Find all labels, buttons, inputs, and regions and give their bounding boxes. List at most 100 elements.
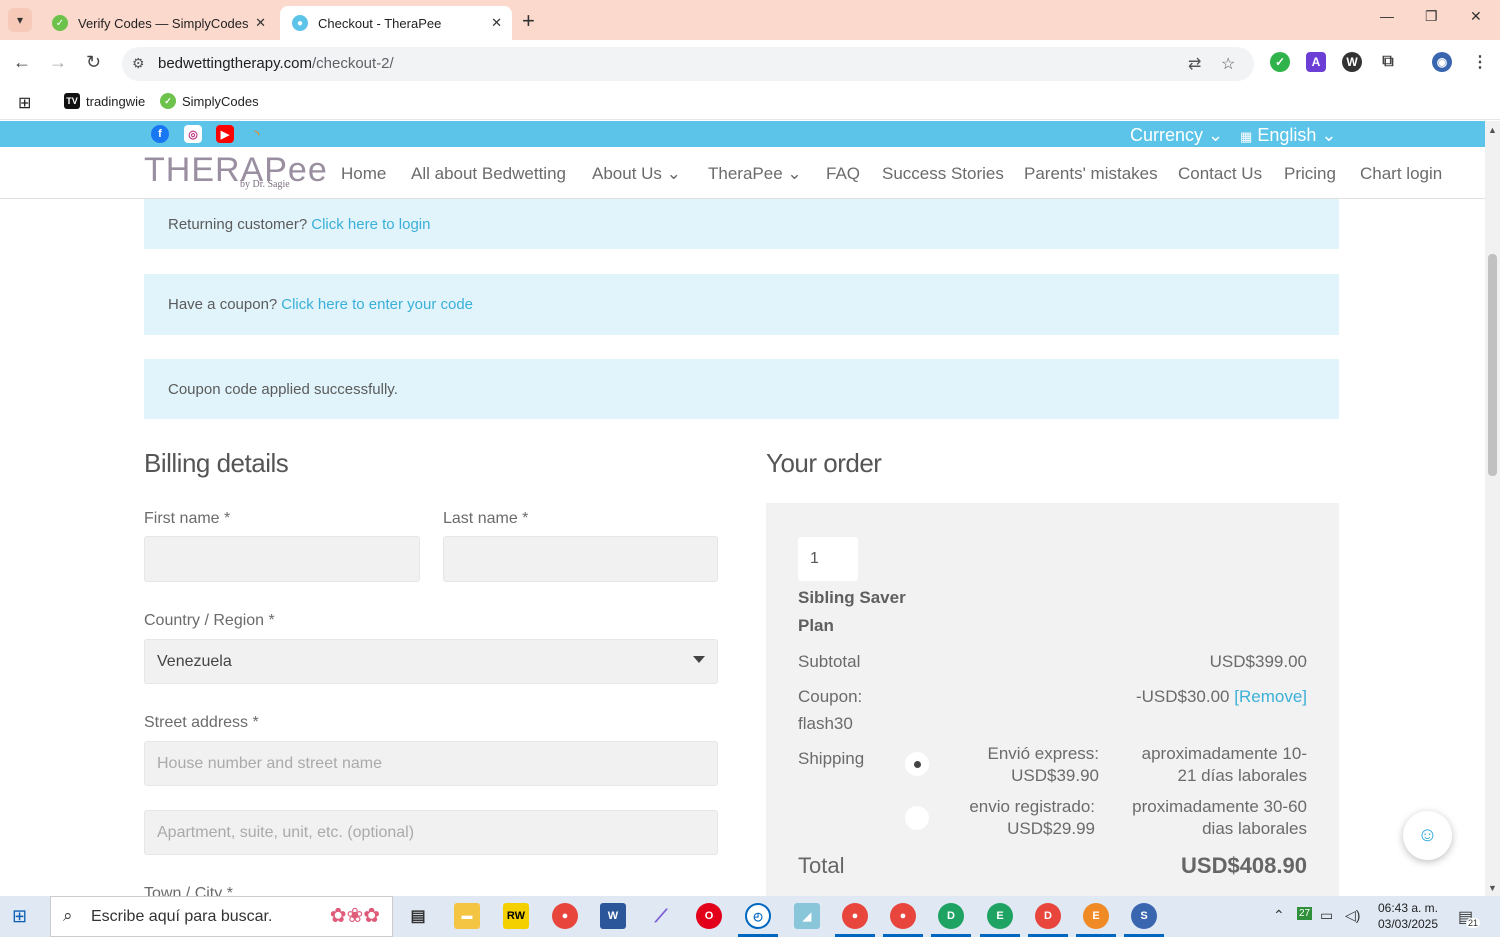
- city-label: Town / City *: [144, 885, 233, 896]
- menu-success-stories[interactable]: Success Stories: [882, 164, 1004, 184]
- profile-avatar[interactable]: ◉: [1432, 52, 1452, 72]
- street-address-field[interactable]: House number and street name: [144, 741, 718, 786]
- chrome-profile-icon[interactable]: S: [1131, 903, 1157, 929]
- menu-about-us[interactable]: About Us ⌄: [592, 164, 681, 184]
- menu-faq[interactable]: FAQ: [826, 164, 860, 184]
- remove-coupon-link[interactable]: [Remove]: [1234, 687, 1307, 706]
- forward-icon[interactable]: →: [49, 52, 67, 73]
- page-scrollbar[interactable]: ▲ ▼: [1485, 121, 1500, 896]
- currency-dropdown[interactable]: Currency ⌄: [1130, 125, 1223, 146]
- first-name-field[interactable]: [144, 536, 420, 582]
- new-tab-button[interactable]: +: [522, 8, 535, 34]
- apartment-field[interactable]: Apartment, suite, unit, etc. (optional): [144, 810, 718, 855]
- close-icon[interactable]: ✕: [255, 15, 266, 31]
- taskbar-search[interactable]: ⌕ Escribe aquí para buscar. ✿❀✿: [50, 896, 393, 937]
- tab-checkout[interactable]: ● Checkout - TheraPee ✕: [280, 6, 512, 40]
- menu-parents-mistakes[interactable]: Parents' mistakes: [1024, 164, 1158, 184]
- youtube-icon[interactable]: ▶: [216, 125, 234, 143]
- font-extension-icon[interactable]: A: [1306, 52, 1326, 72]
- therapee-logo[interactable]: THERAPee: [144, 151, 328, 190]
- app-icon[interactable]: RW: [503, 903, 529, 929]
- w-extension-icon[interactable]: W: [1342, 52, 1362, 72]
- quantity-field[interactable]: 1: [798, 537, 858, 581]
- shipping-registered-option: envio registrado: USD$29.99: [955, 796, 1095, 840]
- menu-chart-login[interactable]: Chart login: [1360, 164, 1442, 184]
- subtotal-value: USD$399.00: [1209, 652, 1307, 671]
- task-view-icon[interactable]: ▤: [405, 903, 431, 929]
- tab-simplycodes[interactable]: ✓ Verify Codes — SimplyCodes ✕: [40, 6, 276, 40]
- bookmark-tradingwie[interactable]: TV tradingwie: [64, 93, 145, 109]
- login-link[interactable]: Click here to login: [311, 216, 430, 233]
- restore-icon[interactable]: ❐: [1425, 8, 1438, 25]
- menu-therapee[interactable]: TheraPee ⌄: [708, 164, 802, 184]
- last-name-field[interactable]: [443, 536, 718, 582]
- scroll-up-icon[interactable]: ▲: [1488, 125, 1497, 135]
- menu-all-about-bedwetting[interactable]: All about Bedwetting: [411, 164, 566, 184]
- weather-badge[interactable]: 27: [1297, 907, 1313, 920]
- back-icon[interactable]: ←: [13, 52, 31, 73]
- window-close-icon[interactable]: ✕: [1470, 8, 1482, 25]
- tab-search-button[interactable]: ▾: [8, 8, 32, 32]
- rss-icon[interactable]: ◝: [248, 125, 266, 143]
- chrome-icon[interactable]: ●: [552, 903, 578, 929]
- scroll-down-icon[interactable]: ▼: [1488, 883, 1497, 893]
- chrome-profile-icon[interactable]: ●: [842, 903, 868, 929]
- reload-icon[interactable]: ↻: [86, 52, 101, 73]
- menu-pricing[interactable]: Pricing: [1284, 164, 1336, 184]
- minimize-icon[interactable]: —: [1380, 8, 1394, 24]
- shipping-express-radio[interactable]: [905, 752, 929, 776]
- pen-app-icon[interactable]: ⟋: [648, 903, 674, 929]
- volume-icon[interactable]: ◁): [1345, 907, 1360, 924]
- windows-start-icon[interactable]: ⊞: [12, 906, 27, 927]
- word-icon[interactable]: W: [600, 903, 626, 929]
- network-icon[interactable]: ▭: [1320, 907, 1333, 924]
- country-label: Country / Region *: [144, 612, 275, 629]
- quantity-value: 1: [810, 550, 819, 567]
- chrome-profile-icon[interactable]: ●: [890, 903, 916, 929]
- coupon-value: -USD$30.00: [1135, 687, 1230, 706]
- menu-contact-us[interactable]: Contact Us: [1178, 164, 1262, 184]
- apps-grid-icon[interactable]: ⊞: [18, 93, 31, 113]
- translate-icon[interactable]: ⇄: [1188, 54, 1201, 74]
- browser-menu-icon[interactable]: ⋮: [1470, 52, 1490, 72]
- chevron-down-icon: ⌄: [787, 164, 802, 183]
- clock-date: 03/03/2025: [1377, 917, 1439, 931]
- menu-home[interactable]: Home: [341, 164, 386, 184]
- language-dropdown[interactable]: ▦ English ⌄: [1240, 125, 1336, 146]
- extensions-puzzle-icon[interactable]: ⧉: [1378, 52, 1398, 72]
- simplycodes-icon: ✓: [160, 93, 176, 109]
- enter-coupon-link[interactable]: Click here to enter your code: [281, 296, 473, 313]
- bookmark-star-icon[interactable]: ☆: [1221, 54, 1235, 74]
- url-path: /checkout-2/: [311, 55, 394, 72]
- facebook-icon[interactable]: f: [151, 125, 169, 143]
- clock-app-icon[interactable]: ◴: [745, 903, 771, 929]
- site-info-icon[interactable]: ⚙: [132, 55, 145, 72]
- taskbar-clock[interactable]: 06:43 a. m. 03/03/2025: [1370, 900, 1446, 932]
- file-explorer-icon[interactable]: ▬: [454, 903, 480, 929]
- chrome-profile-icon[interactable]: E: [1083, 903, 1109, 929]
- street-placeholder: House number and street name: [157, 754, 383, 772]
- url-host: bedwettingtherapy.com: [158, 55, 312, 72]
- shipping-registered-radio[interactable]: [905, 806, 929, 830]
- close-icon[interactable]: ✕: [491, 15, 502, 31]
- search-icon: ⌕: [63, 906, 73, 925]
- shipping-registered-desc: proximadamente 30-60 dias laborales: [1132, 797, 1307, 838]
- chevron-down-icon: ⌄: [1208, 125, 1224, 145]
- total-value: USD$408.90: [1181, 853, 1307, 878]
- last-name-label: Last name *: [443, 510, 529, 527]
- country-select[interactable]: Venezuela: [144, 639, 718, 684]
- tray-chevron-icon[interactable]: ⌃: [1273, 907, 1285, 924]
- address-bar[interactable]: ⚙ bedwettingtherapy.com/checkout-2/ ⇄ ☆: [122, 47, 1254, 81]
- chatbot-icon[interactable]: ☺: [1403, 811, 1452, 860]
- tradingview-icon: TV: [64, 93, 80, 109]
- chrome-profile-icon[interactable]: D: [938, 903, 964, 929]
- bookmark-simplycodes[interactable]: ✓ SimplyCodes: [160, 93, 259, 109]
- opera-icon[interactable]: O: [696, 903, 722, 929]
- scrollbar-thumb[interactable]: [1488, 254, 1497, 476]
- instagram-icon[interactable]: ◎: [184, 125, 202, 143]
- chrome-profile-icon[interactable]: E: [987, 903, 1013, 929]
- shield-extension-icon[interactable]: ✓: [1270, 52, 1290, 72]
- chrome-profile-icon[interactable]: D: [1035, 903, 1061, 929]
- app-icon[interactable]: ◢: [794, 903, 820, 929]
- language-label: English: [1257, 125, 1317, 145]
